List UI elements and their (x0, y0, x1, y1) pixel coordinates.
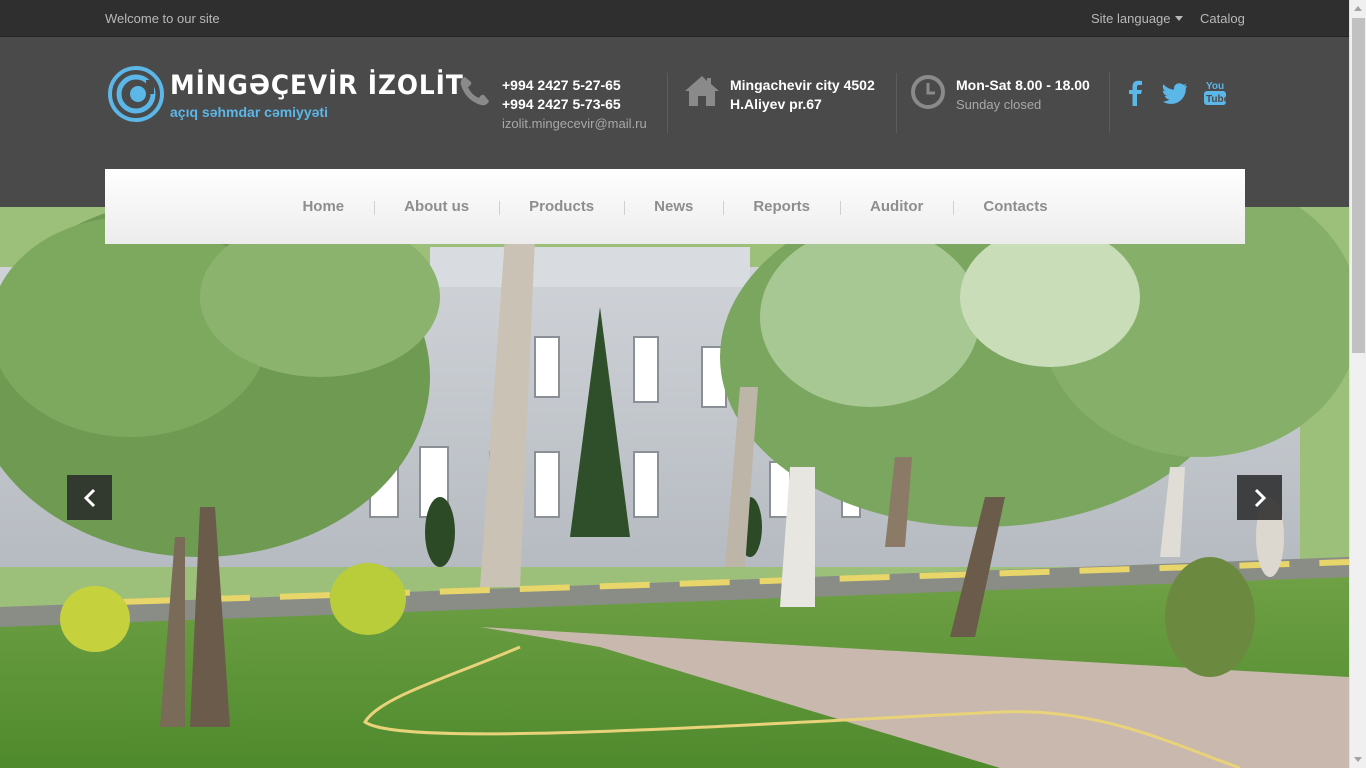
divider (1109, 73, 1110, 133)
nav-item-auditor[interactable]: Auditor (840, 198, 953, 215)
scroll-up-icon[interactable] (1354, 6, 1362, 11)
youtube-icon[interactable]: You Tube (1203, 79, 1227, 107)
page-scrollbar[interactable] (1349, 0, 1366, 768)
site-language-dropdown[interactable]: Site language (1091, 11, 1183, 26)
nav-item-home[interactable]: Home (272, 198, 374, 215)
top-bar: Welcome to our site Site language Catalo… (0, 0, 1349, 37)
site-language-label: Site language (1091, 11, 1171, 26)
welcome-text: Welcome to our site (105, 11, 220, 26)
divider (896, 73, 897, 133)
scrollbar-thumb[interactable] (1352, 18, 1365, 353)
main-navigation: Home About us Products News Reports Auditor Co… (105, 169, 1245, 244)
logo-subtitle: açıq səhmdar cəmiyyəti (170, 104, 328, 120)
catalog-link[interactable]: Catalog (1200, 11, 1245, 26)
nav-list: Home About us Products News Reports Auditor Co… (105, 169, 1245, 244)
phone-icon (460, 77, 489, 106)
twitter-icon[interactable] (1162, 83, 1187, 104)
home-icon (685, 76, 719, 106)
email-link[interactable]: izolit.mingecevir@mail.ru (502, 114, 647, 133)
working-hours-note: Sunday closed (956, 97, 1042, 112)
site-logo[interactable]: MİNGƏÇEVİR İZOLİT açıq səhmdar cəmiyyəti (108, 66, 463, 124)
svg-text:Tube: Tube (1206, 94, 1227, 105)
divider (667, 73, 668, 133)
nav-item-products[interactable]: Products (499, 198, 624, 215)
chevron-right-icon (1254, 488, 1266, 507)
scroll-down-icon[interactable] (1354, 757, 1362, 762)
facebook-icon[interactable] (1126, 80, 1144, 106)
nav-item-news[interactable]: News (624, 198, 723, 215)
slider-next-button[interactable] (1237, 475, 1282, 520)
clock-icon (911, 75, 945, 109)
phone-number-1[interactable]: +994 2427 5-27-65 (502, 76, 647, 95)
slider-prev-button[interactable] (67, 475, 112, 520)
chevron-left-icon (83, 488, 95, 507)
working-hours: Mon-Sat 8.00 - 18.00 (956, 77, 1090, 93)
logo-mark-icon (108, 66, 164, 122)
address-line-1: Mingachevir city 4502 (730, 77, 875, 93)
nav-item-about-us[interactable]: About us (374, 198, 499, 215)
nav-item-contacts[interactable]: Contacts (953, 198, 1077, 215)
address-line-2: H.Aliyev pr.67 (730, 96, 822, 112)
caret-down-icon (1174, 16, 1183, 21)
svg-text:You: You (1206, 81, 1224, 92)
phone-number-2[interactable]: +994 2427 5-73-65 (502, 95, 647, 114)
logo-title: MİNGƏÇEVİR İZOLİT (170, 70, 464, 101)
hero-image (0, 207, 1349, 768)
nav-item-reports[interactable]: Reports (723, 198, 840, 215)
hero-slider[interactable] (0, 207, 1349, 768)
